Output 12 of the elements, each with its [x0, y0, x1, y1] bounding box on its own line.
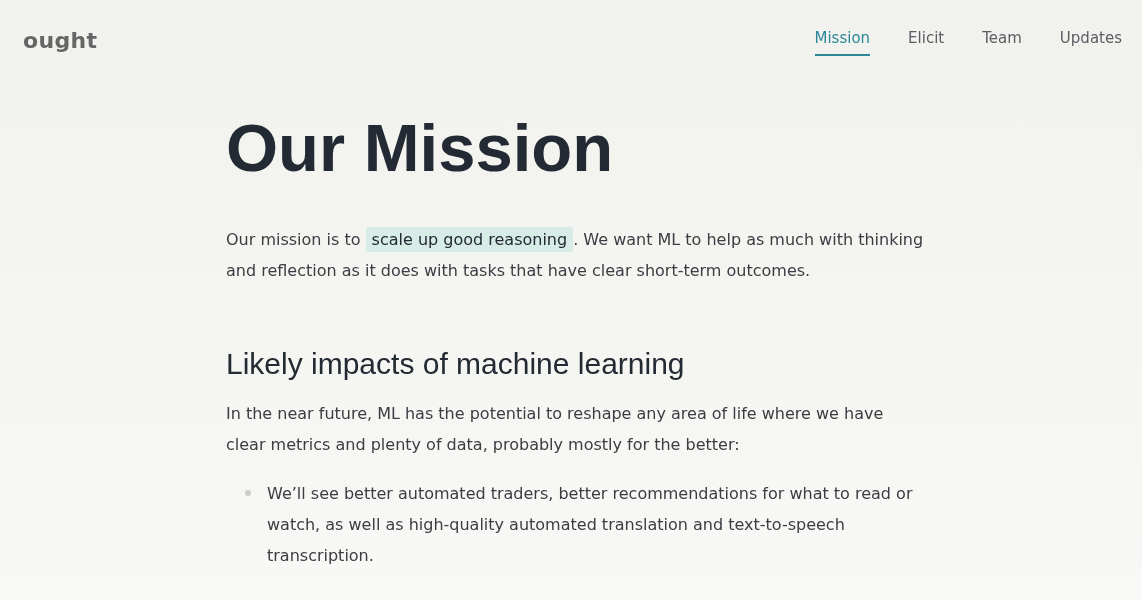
- nav-link[interactable]: Elicit: [908, 24, 945, 56]
- page-title: Our Mission: [226, 109, 615, 187]
- section-paragraph: In the near future, ML has the potential to reshape any area of life where we have clear metrics and plenty of data, probably mostly for the better:: [226, 403, 885, 456]
- bullet-icon: [245, 490, 251, 496]
- logo[interactable]: ought: [23, 27, 98, 53]
- nav-link[interactable]: Team: [982, 24, 1022, 56]
- section-heading: Likely impacts of machine learning: [226, 346, 686, 382]
- mission-paragraph: Our mission is to scale up good reasoning . We want ML to help as much with thinking and reflection as it does with tasks that have clear short-term outcomes.: [226, 224, 926, 286]
- bullet-text: We’ll see better automated traders, better recommendations for what to read or watch, as well as high-quality automated translation and text-to-speech transcription.: [267, 483, 914, 567]
- nav-link[interactable]: Updates: [1059, 24, 1122, 56]
- highlight-link[interactable]: scale up good reasoning: [365, 227, 574, 252]
- nav-link[interactable]: Mission: [814, 24, 871, 56]
